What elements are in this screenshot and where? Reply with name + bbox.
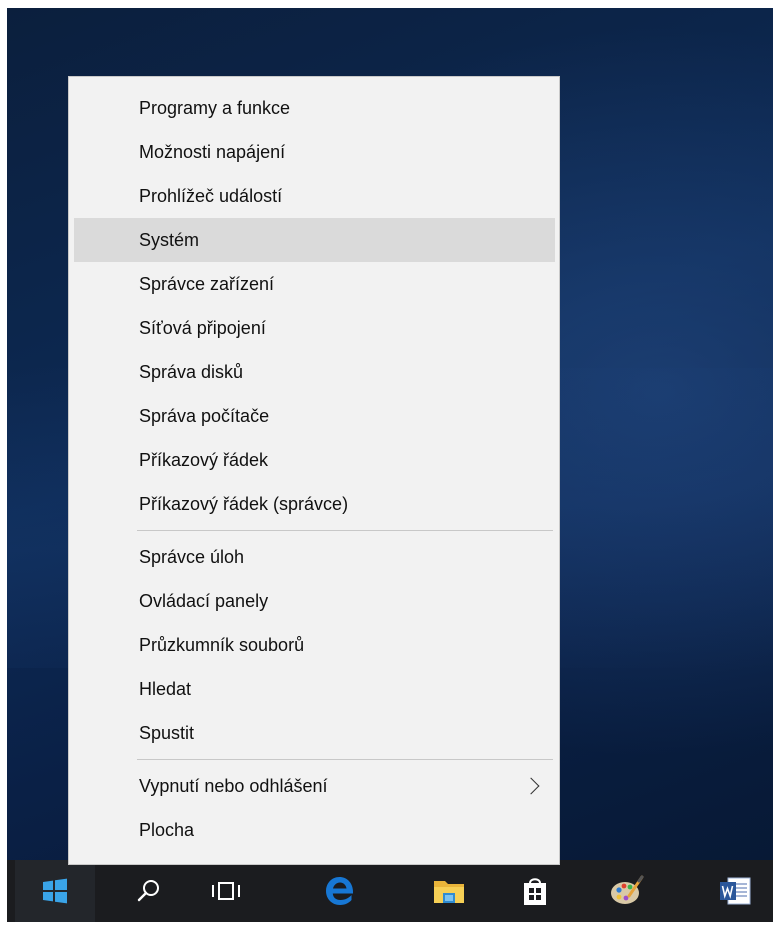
file-explorer-icon: [434, 881, 464, 903]
menu-item-power-options[interactable]: Možnosti napájení: [74, 130, 555, 174]
edge-taskbar-button[interactable]: [308, 860, 372, 922]
menu-item-desktop[interactable]: Plocha: [74, 808, 555, 852]
menu-item-system[interactable]: Systém: [74, 218, 555, 262]
menu-item-network-connections[interactable]: Síťová připojení: [74, 306, 555, 350]
menu-item-programs-and-features[interactable]: Programy a funkce: [74, 86, 555, 130]
menu-item-file-explorer[interactable]: Průzkumník souborů: [74, 623, 555, 667]
menu-item-event-viewer[interactable]: Prohlížeč událostí: [74, 174, 555, 218]
word-taskbar-button[interactable]: [703, 860, 767, 922]
task-view-button[interactable]: [194, 860, 258, 922]
menu-item-label: Vypnutí nebo odhlášení: [139, 775, 328, 796]
search-icon: [137, 880, 159, 902]
chevron-right-icon: [522, 777, 540, 795]
start-button[interactable]: [15, 860, 95, 922]
menu-item-control-panel[interactable]: Ovládací panely: [74, 579, 555, 623]
word-icon: [720, 877, 751, 905]
edge-icon: [326, 877, 353, 905]
menu-item-device-manager[interactable]: Správce zařízení: [74, 262, 555, 306]
menu-item-computer-management[interactable]: Správa počítače: [74, 394, 555, 438]
menu-item-shutdown-or-signout[interactable]: Vypnutí nebo odhlášení: [74, 764, 555, 808]
paint-icon: [611, 875, 644, 904]
menu-item-run[interactable]: Spustit: [74, 711, 555, 755]
task-view-icon: [212, 882, 240, 900]
menu-item-task-manager[interactable]: Správce úloh: [74, 535, 555, 579]
menu-separator: [137, 530, 553, 531]
menu-item-search[interactable]: Hledat: [74, 667, 555, 711]
file-explorer-taskbar-button[interactable]: [417, 860, 481, 922]
taskbar: [7, 860, 773, 922]
paint-taskbar-button[interactable]: [595, 860, 659, 922]
store-icon: [524, 878, 546, 905]
winx-context-menu: Programy a funkce Možnosti napájení Proh…: [68, 76, 560, 865]
menu-item-command-prompt[interactable]: Příkazový řádek: [74, 438, 555, 482]
windows-start-icon: [43, 878, 67, 904]
store-taskbar-button[interactable]: [503, 860, 567, 922]
search-button[interactable]: [117, 860, 181, 922]
menu-separator: [137, 759, 553, 760]
menu-item-disk-management[interactable]: Správa disků: [74, 350, 555, 394]
menu-item-command-prompt-admin[interactable]: Příkazový řádek (správce): [74, 482, 555, 526]
